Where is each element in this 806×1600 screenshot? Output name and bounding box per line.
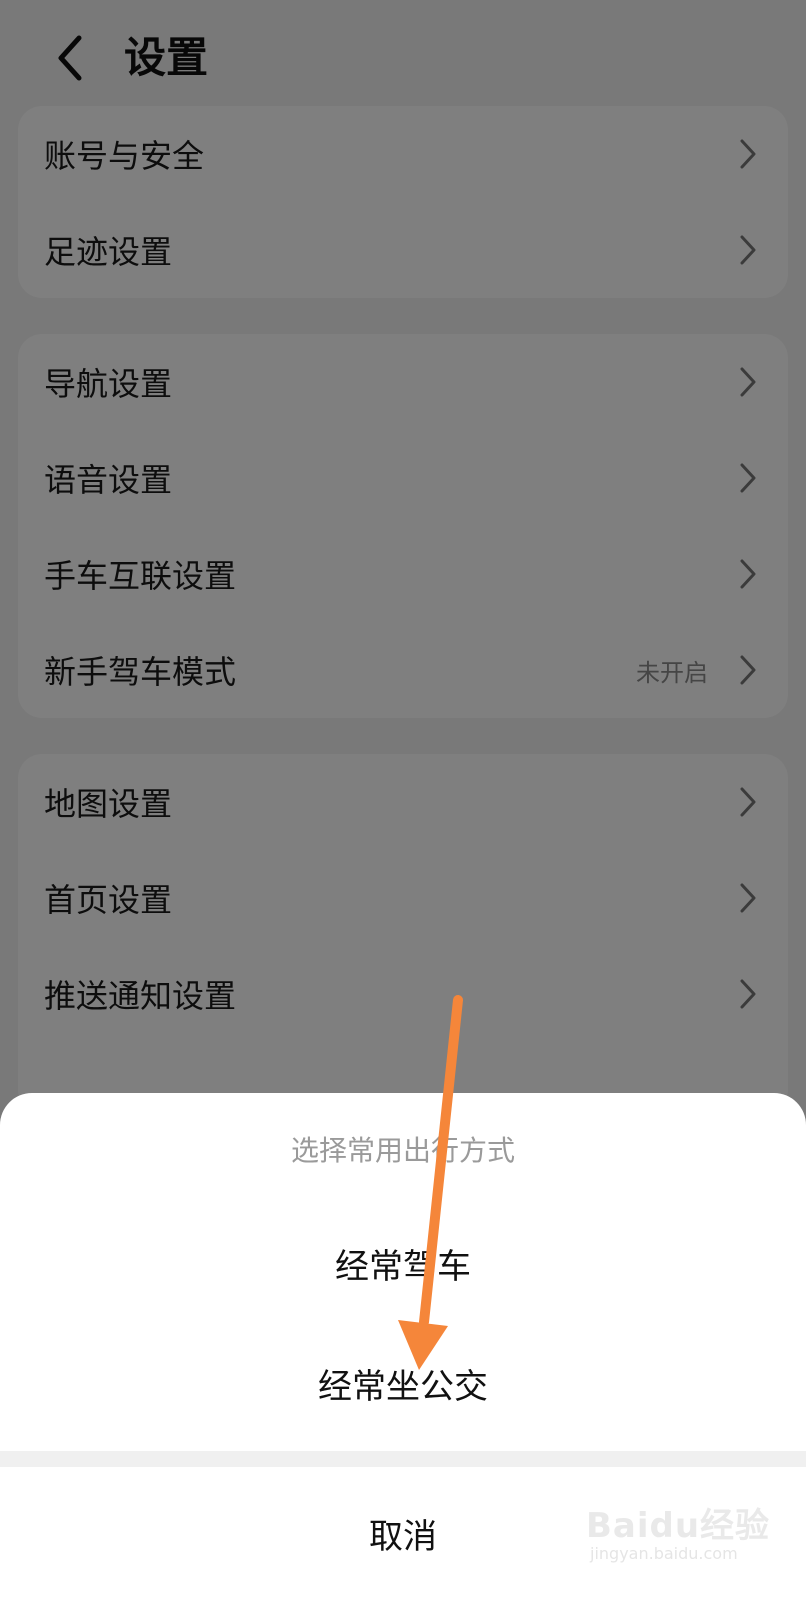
watermark-logo-text: Baidu经验 bbox=[586, 1506, 771, 1546]
option-bus-often[interactable]: 经常坐公交 bbox=[0, 1323, 806, 1443]
sheet-divider bbox=[0, 1451, 806, 1467]
sheet-title: 选择常用出行方式 bbox=[290, 1134, 515, 1167]
baidu-watermark: Baidu经验 jingyan.baidu.com bbox=[586, 1498, 776, 1578]
option-drive-often[interactable]: 经常驾车 bbox=[0, 1203, 806, 1323]
watermark-url: jingyan.baidu.com bbox=[590, 1544, 738, 1563]
